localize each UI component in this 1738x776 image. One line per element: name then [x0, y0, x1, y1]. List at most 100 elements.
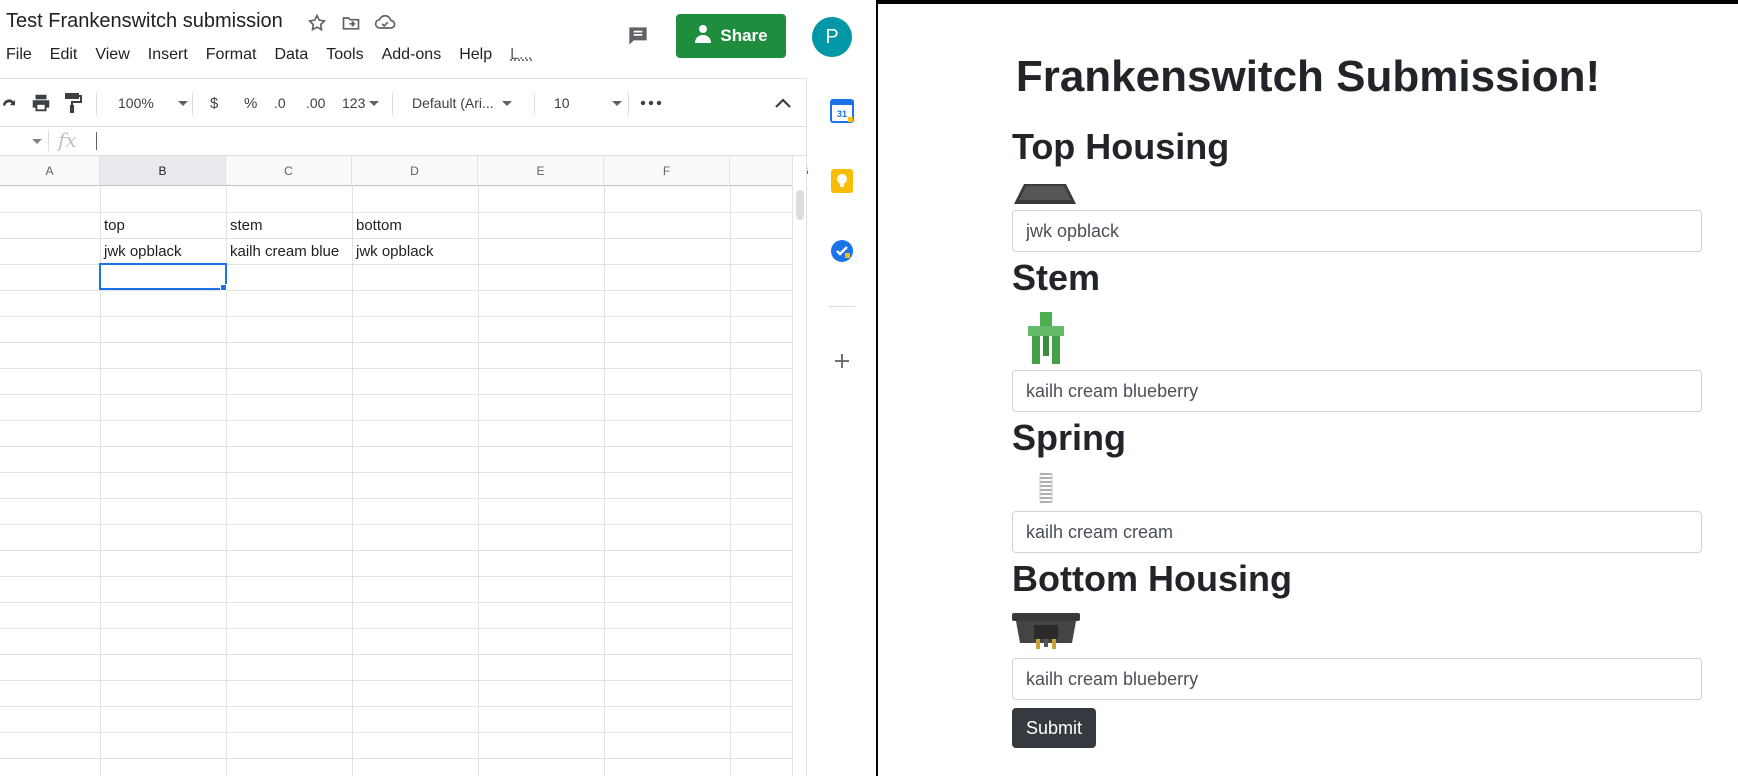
cloud-saved-icon[interactable] [374, 12, 396, 34]
zoom-value: 100% [118, 95, 154, 111]
menu-edit[interactable]: Edit [50, 46, 78, 64]
menu-help[interactable]: Help [459, 46, 492, 64]
tasks-icon[interactable] [829, 238, 855, 264]
top-housing-image [1012, 182, 1078, 211]
grid-row-line [0, 342, 792, 343]
menu-view[interactable]: View [95, 46, 129, 64]
grid-row-line [0, 732, 792, 733]
grid-row-line [0, 576, 792, 577]
stem-image [1028, 312, 1064, 371]
menu-format[interactable]: Format [206, 46, 257, 64]
window-top-border [878, 0, 1738, 4]
cell-c3[interactable]: kailh cream blue [226, 238, 352, 264]
name-box-dropdown-icon[interactable] [32, 139, 42, 144]
grid-row-line [0, 498, 792, 499]
share-button[interactable]: Share [676, 14, 786, 58]
formula-divider [48, 131, 49, 151]
font-size-select[interactable]: 10 [554, 79, 622, 127]
vertical-scrollbar[interactable] [792, 156, 806, 776]
star-icon[interactable] [306, 12, 328, 34]
formula-bar: fx [0, 126, 806, 156]
font-size-value: 10 [554, 95, 570, 111]
font-value: Default (Ari... [412, 95, 494, 111]
top-housing-input[interactable] [1012, 210, 1702, 252]
grid-column-line [478, 186, 479, 776]
column-header-f[interactable]: F [604, 156, 730, 186]
menu-insert[interactable]: Insert [148, 46, 188, 64]
selected-cell-b4[interactable] [99, 263, 227, 290]
grid-column-line [730, 186, 731, 776]
column-header-b[interactable]: B [100, 156, 226, 186]
increase-decimal-button[interactable]: .00 [306, 79, 325, 127]
cell-b2[interactable]: top [100, 212, 226, 238]
paint-format-icon[interactable] [64, 79, 82, 127]
fill-handle[interactable] [220, 284, 227, 291]
grid-row-line [0, 654, 792, 655]
move-folder-icon[interactable] [340, 12, 362, 34]
top-housing-heading: Top Housing [1012, 126, 1229, 168]
submit-button[interactable]: Submit [1012, 708, 1096, 748]
menu-data[interactable]: Data [274, 46, 308, 64]
menu-file[interactable]: File [6, 46, 32, 64]
grid-row-line [0, 290, 792, 291]
calendar-day: 31 [837, 109, 847, 119]
toolbar-divider [392, 93, 393, 115]
add-addon-icon[interactable] [829, 348, 855, 374]
chevron-down-icon [612, 101, 622, 106]
grid-column-line [352, 186, 353, 776]
grid-row-line [0, 446, 792, 447]
chevron-down-icon [369, 101, 379, 106]
currency-format-button[interactable]: $ [210, 79, 218, 127]
toolbar-divider [96, 93, 97, 115]
more-formats-select[interactable]: 123 [342, 79, 379, 127]
decrease-decimal-button[interactable]: .0 [274, 79, 286, 127]
grid-row-line [0, 706, 792, 707]
account-avatar[interactable]: P [812, 17, 852, 57]
grid-row-line [0, 316, 792, 317]
toolbar-divider [192, 93, 193, 115]
spring-input[interactable] [1012, 511, 1702, 553]
toolbar-divider [628, 93, 629, 115]
column-header-a[interactable]: A [0, 156, 100, 186]
bottom-housing-input[interactable] [1012, 658, 1702, 700]
column-header-e[interactable]: E [478, 156, 604, 186]
chevron-down-icon [178, 101, 188, 106]
more-formats-label: 123 [342, 95, 365, 111]
comment-history-icon[interactable] [622, 20, 654, 52]
collapse-toolbar-icon[interactable] [774, 79, 792, 127]
document-title[interactable]: Test Frankenswitch submission [6, 10, 283, 33]
more-options-icon[interactable] [640, 79, 662, 127]
menu-tools[interactable]: Tools [326, 46, 363, 64]
cell-c2[interactable]: stem [226, 212, 352, 238]
formula-input[interactable] [96, 132, 97, 150]
share-label: Share [720, 26, 767, 46]
zoom-select[interactable]: 100% [118, 79, 188, 127]
cell-d2[interactable]: bottom [352, 212, 478, 238]
print-icon[interactable] [30, 79, 52, 127]
column-header-d[interactable]: D [352, 156, 478, 186]
spreadsheet-grid[interactable]: A B C D E F G top stem bottom jwk opblac… [0, 156, 806, 776]
menu-last-edit[interactable]: L... [510, 46, 532, 64]
percent-format-button[interactable]: % [244, 79, 257, 127]
decrease-decimal-label: .0 [274, 95, 286, 111]
keep-icon[interactable] [829, 168, 855, 194]
font-select[interactable]: Default (Ari... [412, 79, 512, 127]
scrollbar-thumb[interactable] [796, 190, 804, 220]
side-panel-divider [829, 306, 855, 307]
bottom-housing-heading: Bottom Housing [1012, 558, 1292, 600]
calendar-icon[interactable]: 31 [829, 98, 855, 124]
page-title: Frankenswitch Submission! [878, 52, 1738, 102]
spring-image [1038, 472, 1054, 511]
grid-row-line [0, 680, 792, 681]
redo-icon[interactable] [0, 79, 18, 127]
cell-b3[interactable]: jwk opblack [100, 238, 226, 264]
stem-input[interactable] [1012, 370, 1702, 412]
bottom-housing-image [1012, 613, 1080, 656]
stem-heading: Stem [1012, 257, 1100, 299]
cell-d3[interactable]: jwk opblack [352, 238, 478, 264]
menu-addons[interactable]: Add-ons [382, 46, 442, 64]
grid-row-line [0, 550, 792, 551]
grid-row-line [0, 524, 792, 525]
column-header-c[interactable]: C [226, 156, 352, 186]
grid-row-line [0, 758, 792, 759]
